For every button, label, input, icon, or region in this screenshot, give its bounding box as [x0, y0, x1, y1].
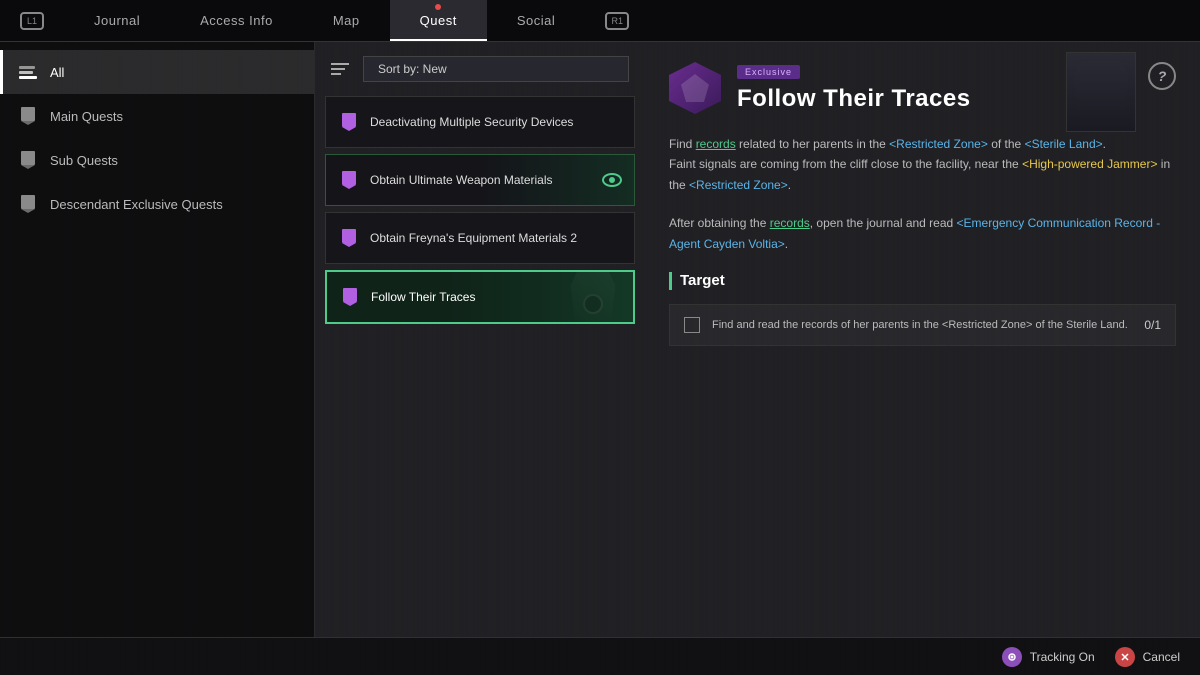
character-avatar — [1066, 52, 1136, 132]
sidebar-item-all[interactable]: All — [0, 50, 314, 94]
sidebar-sub-quests-label: Sub Quests — [50, 153, 118, 168]
descendant-icon — [18, 194, 38, 214]
target-section-title: Target — [669, 272, 1176, 290]
nav-access-info-label: Access Info — [200, 13, 273, 28]
l1-icon: L1 — [20, 12, 44, 30]
quest-description-2: After obtaining the records, open the jo… — [669, 213, 1176, 254]
quest-item-inner-freyna: Obtain Freyna's Equipment Materials 2 — [326, 213, 634, 263]
target-checkbox[interactable] — [684, 317, 700, 333]
sort-bar: Sort by: New — [325, 52, 635, 86]
sidebar-main-quests-label: Main Quests — [50, 109, 123, 124]
desc-period-2: . — [788, 178, 791, 192]
nav-journal[interactable]: Journal — [64, 0, 170, 41]
target-item-text: Find and read the records of her parents… — [712, 317, 1132, 334]
quest-title-traces: Follow Their Traces — [371, 289, 563, 306]
tracking-on-action[interactable]: Tracking On — [1002, 647, 1095, 667]
tracking-button-icon — [1002, 647, 1022, 667]
nav-map[interactable]: Map — [303, 0, 390, 41]
main-quests-icon — [18, 106, 38, 126]
help-button[interactable]: ? — [1148, 62, 1176, 90]
sidebar-item-descendant-exclusive[interactable]: Descendant Exclusive Quests — [0, 182, 314, 226]
quest-list-panel: Sort by: New Deactivating Multiple Secur… — [315, 42, 645, 637]
target-label: Target — [680, 272, 725, 289]
quest-item-inner-traces: Follow Their Traces — [327, 272, 633, 322]
nav-social-label: Social — [517, 13, 555, 28]
r1-icon: R1 — [605, 12, 629, 30]
nav-social[interactable]: Social — [487, 0, 585, 41]
desc-records-1: records — [696, 137, 736, 151]
quest-item-inner: Deactivating Multiple Security Devices — [326, 97, 634, 147]
quest-icon-traces — [339, 286, 361, 308]
exclusive-badge: Exclusive — [737, 65, 800, 79]
quest-item-follow-traces[interactable]: Follow Their Traces — [325, 270, 635, 324]
quest-bookmark-icon — [338, 111, 360, 133]
nav-map-label: Map — [333, 13, 360, 28]
sidebar: All Main Quests Sub Quests — [0, 42, 315, 637]
nav-r1-button[interactable]: R1 — [585, 0, 649, 41]
desc-after-text: After obtaining the — [669, 216, 770, 230]
quest-icon-freyna — [338, 227, 360, 249]
desc-jammer: <High-powered Jammer> — [1022, 157, 1157, 171]
cancel-label: Cancel — [1143, 650, 1180, 664]
quest-title-freyna: Obtain Freyna's Equipment Materials 2 — [370, 230, 622, 247]
desc-text-4: Faint signals are coming from the cliff … — [669, 157, 1022, 171]
sidebar-item-sub-quests[interactable]: Sub Quests — [0, 138, 314, 182]
quest-item-inner-weapon: Obtain Ultimate Weapon Materials — [326, 155, 634, 205]
quest-title-deactivating: Deactivating Multiple Security Devices — [370, 114, 622, 131]
nav-l1-button[interactable]: L1 — [0, 0, 64, 41]
cancel-button-icon — [1115, 647, 1135, 667]
desc-records-2: records — [770, 216, 810, 230]
quest-notification-dot — [435, 4, 441, 10]
quest-title-weapon: Obtain Ultimate Weapon Materials — [370, 172, 592, 189]
nav-quest-label: Quest — [420, 13, 457, 28]
main-content: All Main Quests Sub Quests — [0, 42, 1200, 637]
target-section: Target Find and read the records of her … — [669, 272, 1176, 347]
quest-item-freyna[interactable]: Obtain Freyna's Equipment Materials 2 — [325, 212, 635, 264]
nav-quest[interactable]: Quest — [390, 0, 487, 41]
top-navigation: L1 Journal Access Info Map Quest Social … — [0, 0, 1200, 42]
nav-access-info[interactable]: Access Info — [170, 0, 303, 41]
nav-journal-label: Journal — [94, 13, 140, 28]
quest-detail-header: Exclusive Follow Their Traces ? — [669, 62, 1176, 114]
sidebar-descendant-label: Descendant Exclusive Quests — [50, 197, 223, 212]
desc-restricted-zone-2: <Restricted Zone> — [689, 178, 788, 192]
sub-quests-icon — [18, 150, 38, 170]
bottom-bar: Tracking On Cancel — [0, 637, 1200, 675]
cancel-action[interactable]: Cancel — [1115, 647, 1180, 667]
quest-emblem-inner — [681, 74, 709, 102]
sort-dropdown[interactable]: Sort by: New — [363, 56, 629, 82]
quest-item-deactivating[interactable]: Deactivating Multiple Security Devices — [325, 96, 635, 148]
quest-emblem — [669, 62, 721, 114]
target-item: Find and read the records of her parents… — [669, 304, 1176, 347]
quest-icon-weapon — [338, 169, 360, 191]
desc-restricted-zone-1: <Restricted Zone> — [889, 137, 988, 151]
desc-period-3: . — [785, 237, 788, 251]
tracking-on-label: Tracking On — [1030, 650, 1095, 664]
desc-text-2: related to her parents in the — [736, 137, 889, 151]
target-progress-count: 0/1 — [1144, 318, 1161, 332]
quest-detail-panel: Exclusive Follow Their Traces ? Find rec… — [645, 42, 1200, 637]
sort-icon[interactable] — [331, 60, 355, 78]
desc-text-1: Find — [669, 137, 696, 151]
desc-text-3: of the — [988, 137, 1025, 151]
desc-sterile-land: <Sterile Land> — [1025, 137, 1103, 151]
desc-period-1: . — [1103, 137, 1106, 151]
tracking-eye-icon — [602, 173, 622, 187]
desc-open-journal: , open the journal and read — [810, 216, 957, 230]
all-icon — [18, 62, 38, 82]
sidebar-item-main-quests[interactable]: Main Quests — [0, 94, 314, 138]
quest-item-obtain-weapon[interactable]: Obtain Ultimate Weapon Materials — [325, 154, 635, 206]
sort-label-text: Sort by: New — [378, 62, 447, 76]
sidebar-all-label: All — [50, 65, 64, 80]
quest-description: Find records related to her parents in t… — [669, 134, 1176, 195]
